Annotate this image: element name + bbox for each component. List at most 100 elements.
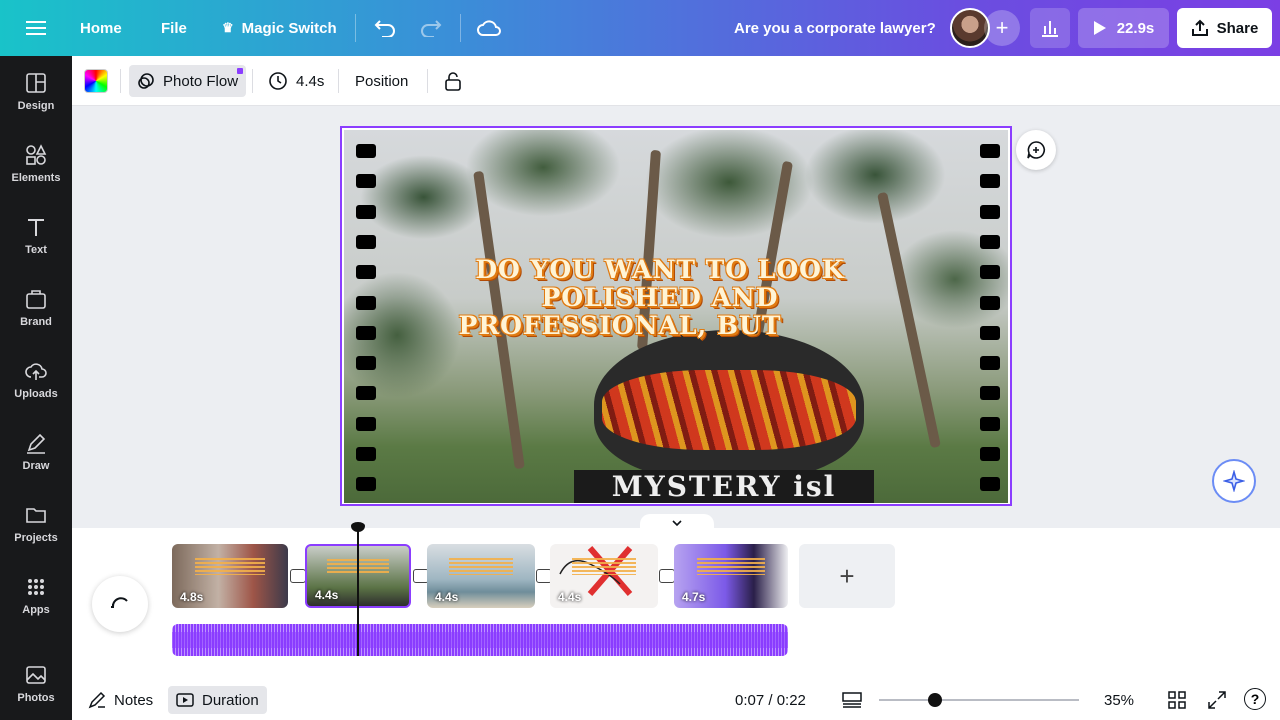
menu-button[interactable] (26, 0, 46, 56)
new-badge (237, 68, 244, 74)
comment-icon (1027, 141, 1045, 159)
sprocket-hole (980, 204, 1000, 219)
sidebar-item-projects[interactable]: Projects (0, 492, 72, 556)
home-button[interactable]: Home (80, 0, 122, 56)
timeline-clip[interactable]: 4.7s (674, 544, 788, 608)
cloud-save-status[interactable] (477, 0, 501, 56)
page-view-toggle[interactable] (840, 688, 864, 712)
divider (338, 69, 339, 93)
cauldron (594, 330, 864, 480)
grid-icon (1168, 691, 1186, 709)
clip-duration: 4.4s (315, 588, 339, 602)
headline-line: POLISHED AND (541, 283, 779, 312)
sidebar-item-text[interactable]: Text (0, 204, 72, 268)
undo-button[interactable] (374, 0, 396, 56)
audio-track[interactable] (172, 624, 788, 656)
add-collaborator-button[interactable]: + (984, 10, 1020, 46)
apps-icon (28, 579, 44, 595)
transition-button[interactable] (290, 569, 306, 583)
sprocket-hole (356, 174, 376, 189)
notes-label: Notes (114, 691, 154, 709)
zoom-level[interactable]: 35% (1104, 686, 1134, 714)
sprocket-hole (980, 416, 1000, 431)
plus-icon: + (995, 15, 1009, 40)
clip-text-thumbnail (448, 558, 514, 575)
clip-duration: 4.4s (558, 590, 582, 604)
present-button[interactable]: 22.9s (1078, 8, 1169, 48)
sidebar-item-draw[interactable]: Draw (0, 420, 72, 484)
fullscreen-button[interactable] (1205, 688, 1229, 712)
share-label: Share (1216, 19, 1259, 37)
divider (460, 14, 461, 42)
sprocket-hole (980, 174, 1000, 189)
photo-flow-label: Photo Flow (163, 72, 239, 90)
timing-button[interactable]: 4.4s (268, 65, 324, 97)
hamburger-icon (26, 21, 46, 35)
tree-trunk (877, 191, 941, 449)
flame-painting (602, 370, 856, 450)
sidebar-item-elements[interactable]: Elements (0, 132, 72, 196)
timeline-clip[interactable]: 4.4s (550, 544, 658, 608)
timing-label: 4.4s (296, 72, 325, 90)
sprocket-hole (980, 144, 1000, 158)
add-comment-button[interactable] (1016, 130, 1056, 170)
sprocket-hole (980, 325, 1000, 340)
clip-duration: 4.8s (180, 590, 204, 604)
sprocket-hole (356, 477, 376, 492)
context-toolbar: Photo Flow 4.4s Position (72, 56, 1280, 106)
timeline-clip[interactable]: 4.4s (427, 544, 535, 608)
sidebar-item-label: Elements (11, 172, 61, 184)
color-picker-button[interactable] (84, 69, 108, 93)
notes-icon (88, 691, 106, 709)
divider (355, 14, 356, 42)
duration-button[interactable]: Duration (168, 686, 267, 714)
headline-text[interactable]: DO YOU WANT TO LOOK POLISHED AND PROFESS… (440, 256, 880, 340)
collapse-timeline-button[interactable] (640, 514, 714, 532)
magic-switch-button[interactable]: ♛ Magic Switch (222, 0, 337, 56)
sidebar-item-photos[interactable]: Photos (0, 652, 72, 716)
position-button[interactable]: Position (355, 65, 408, 97)
chevron-down-icon (672, 520, 682, 527)
transition-button[interactable] (659, 569, 675, 583)
sidebar-item-apps[interactable]: Apps (0, 564, 72, 628)
sprocket-hole (980, 234, 1000, 249)
audio-waveform (172, 632, 788, 648)
loading-indicator (92, 576, 148, 632)
time-display: 0:07 / 0:22 (735, 691, 806, 709)
analytics-button[interactable] (1030, 8, 1070, 48)
photo-flow-button[interactable]: Photo Flow (129, 65, 247, 97)
sprocket-hole (356, 265, 376, 280)
divider (120, 69, 121, 93)
text-icon (28, 219, 44, 236)
add-page-button[interactable]: + (799, 544, 895, 608)
sprocket-hole (356, 386, 376, 401)
sidebar-item-brand[interactable]: Brand (0, 276, 72, 340)
sign: MYSTERY isl (574, 470, 874, 503)
redo-icon (421, 20, 442, 37)
cloud-icon (477, 20, 501, 36)
zoom-slider-track[interactable] (879, 699, 1079, 701)
pen-icon (27, 433, 46, 454)
file-menu[interactable]: File (161, 0, 187, 56)
redo-button[interactable] (420, 0, 442, 56)
help-button[interactable]: ? (1244, 688, 1266, 710)
timeline-clip[interactable]: 4.8s (172, 544, 288, 608)
sidebar-item-uploads[interactable]: Uploads (0, 348, 72, 412)
sprocket-hole (356, 204, 376, 219)
grid-view-button[interactable] (1165, 688, 1189, 712)
share-button[interactable]: Share (1177, 8, 1272, 48)
sprocket-hole (356, 295, 376, 310)
bar-chart-icon (1042, 21, 1058, 37)
spinner-icon (111, 597, 128, 608)
brand-icon (26, 290, 46, 309)
notes-button[interactable]: Notes (88, 686, 153, 714)
sprocket-hole (356, 416, 376, 431)
sprocket-hole (980, 477, 1000, 492)
zoom-slider-handle[interactable] (928, 693, 942, 707)
sidebar-item-design[interactable]: Design (0, 60, 72, 124)
magic-assistant-button[interactable] (1212, 459, 1256, 503)
document-title[interactable]: Are you a corporate lawyer? (734, 0, 936, 56)
lock-button[interactable] (444, 65, 462, 97)
clip-text-thumbnail (571, 558, 637, 575)
playhead[interactable] (357, 524, 359, 656)
